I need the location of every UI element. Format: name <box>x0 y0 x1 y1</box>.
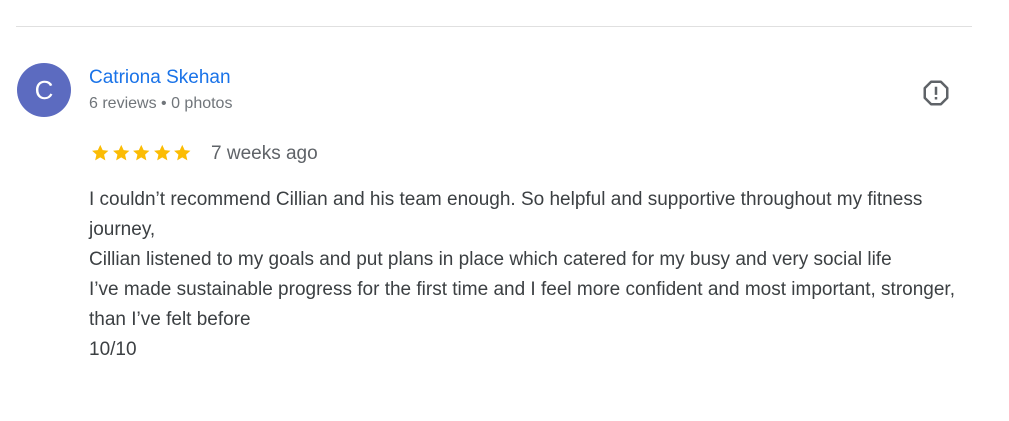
avatar[interactable]: C <box>17 63 71 117</box>
report-review-button[interactable] <box>918 75 954 111</box>
reviewer-name-link[interactable]: Catriona Skehan <box>89 66 231 90</box>
report-icon <box>923 80 949 106</box>
review-paragraph: Cillian listened to my goals and put pla… <box>89 249 892 270</box>
star-icon <box>174 144 191 161</box>
review-paragraph: I’ve made sustainable progress for the f… <box>89 279 955 330</box>
review-paragraph: 10/10 <box>89 339 137 360</box>
reviewer-meta: 6 reviews • 0 photos <box>89 95 233 112</box>
star-rating <box>90 143 193 163</box>
star-icon <box>133 144 150 161</box>
star-icon <box>153 144 170 161</box>
review-paragraph: I couldn’t recommend Cillian and his tea… <box>89 189 923 240</box>
review-text: I couldn’t recommend Cillian and his tea… <box>89 185 979 365</box>
review-time-ago: 7 weeks ago <box>211 143 318 164</box>
top-divider <box>16 26 972 27</box>
star-icon <box>112 144 129 161</box>
star-icon <box>92 144 109 161</box>
